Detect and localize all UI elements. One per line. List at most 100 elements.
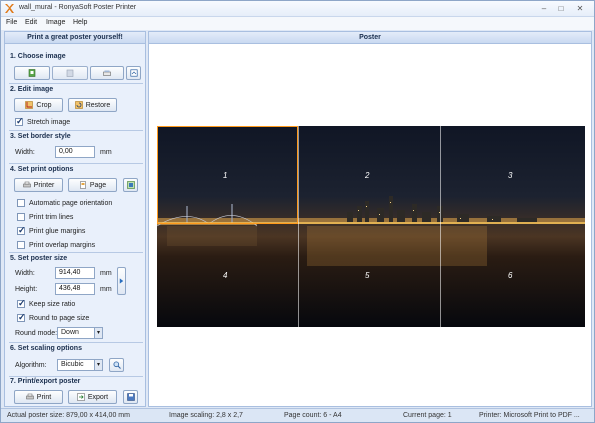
poster-preview[interactable]: 1 2 3 4 5 6	[157, 126, 585, 327]
divider	[9, 83, 143, 84]
auto-orientation-checkbox[interactable]: Automatic page orientation	[17, 199, 112, 207]
image-properties-button[interactable]	[126, 66, 141, 80]
section-poster-size: 5. Set poster size	[10, 255, 68, 262]
menu-bar: File Edit Image Help	[1, 17, 594, 30]
poster-width-unit: mm	[100, 270, 112, 277]
border-width-unit: mm	[100, 149, 112, 156]
save-poster-button[interactable]	[123, 390, 138, 404]
overlap-margins-checkbox[interactable]: Print overlap margins	[17, 241, 95, 249]
printer-icon	[26, 393, 34, 400]
divider	[9, 376, 143, 377]
overlap-margins-box[interactable]	[17, 241, 25, 249]
status-page-count: Page count: 6 - A4	[284, 412, 342, 419]
magnifier-icon	[112, 361, 121, 369]
menu-help[interactable]: Help	[73, 19, 87, 26]
page-number-1[interactable]: 1	[223, 171, 227, 180]
open-image-button[interactable]	[14, 66, 50, 80]
page-settings-button[interactable]: Page	[68, 178, 117, 192]
status-poster-size: Actual poster size: 879,00 x 414,00 mm	[7, 412, 130, 419]
menu-edit[interactable]: Edit	[25, 19, 37, 26]
poster-preview-panel: Poster 1 2 3 4 5 6	[148, 31, 592, 407]
algorithm-label: Algorithm:	[15, 362, 47, 369]
section-edit-image: 2. Edit image	[10, 86, 54, 93]
crop-button[interactable]: Crop	[14, 98, 63, 112]
poster-height-label: Height:	[15, 286, 38, 293]
save-icon	[126, 393, 135, 401]
divider	[9, 342, 143, 343]
status-bar: Actual poster size: 879,00 x 414,00 mm I…	[1, 408, 594, 422]
stretch-image-box[interactable]	[15, 116, 24, 127]
keep-ratio-label: Keep size ratio	[29, 300, 76, 308]
round-mode-select[interactable]: Down ▾	[57, 327, 103, 339]
status-printer: Printer: Microsoft Print to PDF ...	[479, 412, 580, 419]
restore-button-label: Restore	[85, 101, 111, 109]
chevron-down-icon[interactable]: ▾	[94, 360, 102, 370]
size-presets-button[interactable]	[117, 267, 126, 295]
restore-icon	[74, 101, 83, 109]
glue-margins-box[interactable]	[17, 225, 26, 236]
poster-header: Poster	[149, 32, 591, 44]
section-print-export: 7. Print/export poster	[10, 378, 81, 385]
maximize-button[interactable]: □	[555, 3, 567, 14]
export-button-label: Export	[87, 393, 109, 401]
minimize-button[interactable]: –	[538, 3, 550, 14]
round-mode-value: Down	[61, 329, 79, 336]
menu-file[interactable]: File	[6, 19, 17, 26]
app-logo-icon	[5, 4, 14, 13]
preview-icon	[126, 181, 135, 189]
page-number-5[interactable]: 5	[365, 271, 369, 280]
poster-width-label: Width:	[15, 270, 35, 277]
printer-icon	[22, 181, 31, 188]
selected-page-outline	[157, 126, 298, 224]
round-page-label: Round to page size	[29, 314, 90, 322]
stretch-image-checkbox[interactable]: Stretch image	[15, 116, 71, 127]
trim-lines-box[interactable]	[17, 213, 25, 221]
scan-image-button[interactable]	[90, 66, 124, 80]
round-page-checkbox[interactable]: Round to page size	[17, 312, 90, 323]
auto-orientation-box[interactable]	[17, 199, 25, 207]
glue-margins-checkbox[interactable]: Print glue margins	[17, 225, 86, 236]
window-title: wall_mural - RonyaSoft Poster Printer	[19, 4, 137, 11]
page-divider	[298, 126, 299, 327]
zoom-preview-button[interactable]	[109, 358, 124, 372]
paste-image-button[interactable]	[52, 66, 88, 80]
print-preview-button[interactable]	[123, 178, 138, 192]
export-button[interactable]: Export	[68, 390, 117, 404]
keep-ratio-box[interactable]	[17, 298, 26, 309]
printer-settings-button[interactable]: Printer	[14, 178, 63, 192]
status-current-page: Current page: 1	[403, 412, 452, 419]
page-number-2[interactable]: 2	[365, 171, 369, 180]
page-number-4[interactable]: 4	[223, 271, 227, 280]
title-bar: wall_mural - RonyaSoft Poster Printer – …	[1, 1, 594, 17]
print-button[interactable]: Print	[14, 390, 63, 404]
app-window: wall_mural - RonyaSoft Poster Printer – …	[0, 0, 595, 423]
trim-lines-label: Print trim lines	[29, 213, 74, 221]
menu-image[interactable]: Image	[46, 19, 65, 26]
page-number-3[interactable]: 3	[508, 171, 512, 180]
section-print-options: 4. Set print options	[10, 166, 74, 173]
trim-lines-checkbox[interactable]: Print trim lines	[17, 213, 73, 221]
poster-width-input[interactable]: 914,40	[55, 267, 95, 279]
algorithm-select[interactable]: Bicubic ▾	[57, 359, 103, 371]
auto-orientation-label: Automatic page orientation	[29, 199, 113, 207]
border-width-input[interactable]: 0,00	[55, 146, 95, 158]
page-number-6[interactable]: 6	[508, 271, 512, 280]
algorithm-value: Bicubic	[61, 361, 84, 368]
chevron-down-icon[interactable]: ▾	[94, 328, 102, 338]
status-image-scaling: Image scaling: 2,8 x 2,7	[169, 412, 243, 419]
glue-margins-label: Print glue margins	[29, 227, 86, 235]
scanner-icon	[103, 70, 111, 76]
section-scaling-options: 6. Set scaling options	[10, 345, 82, 352]
stretch-image-label: Stretch image	[27, 118, 71, 126]
round-page-box[interactable]	[17, 312, 26, 323]
overlap-margins-label: Print overlap margins	[29, 241, 96, 249]
chevron-right-icon	[119, 278, 124, 284]
close-window-button[interactable]: ✕	[571, 3, 589, 14]
restore-button[interactable]: Restore	[68, 98, 117, 112]
divider	[9, 252, 143, 253]
keep-ratio-checkbox[interactable]: Keep size ratio	[17, 298, 76, 309]
poster-height-input[interactable]: 436,48	[55, 283, 95, 295]
border-width-label: Width:	[15, 149, 35, 156]
page-button-label: Page	[89, 181, 107, 189]
printer-button-label: Printer	[33, 181, 55, 189]
